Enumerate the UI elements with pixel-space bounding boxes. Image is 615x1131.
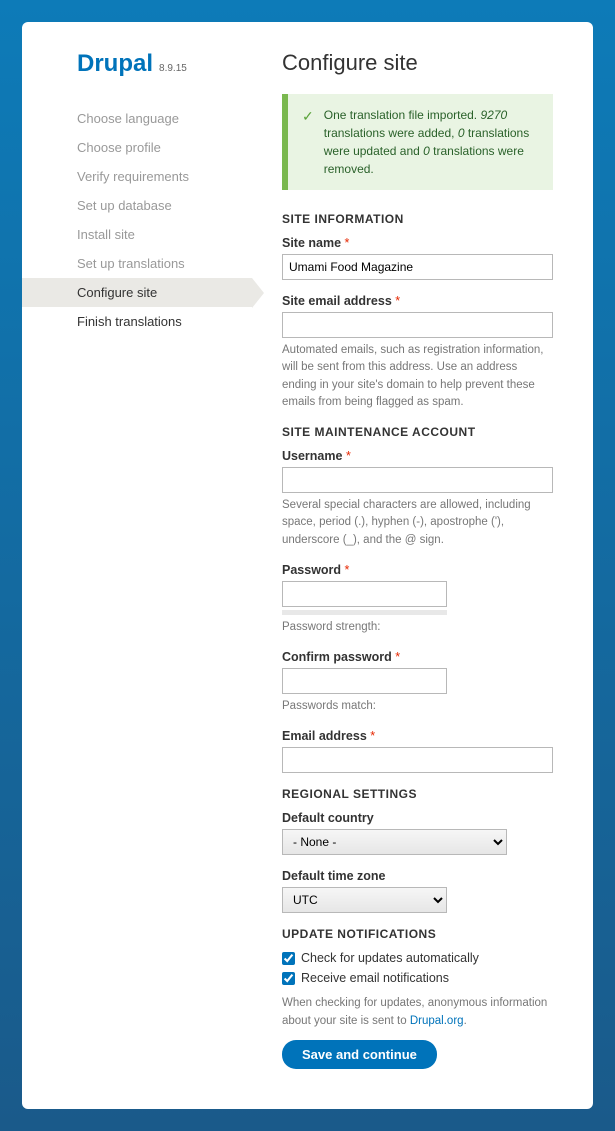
version: 8.9.15 (159, 63, 187, 74)
section-site-info: SITE INFORMATION (282, 212, 553, 226)
country-label: Default country (282, 811, 553, 825)
alert-text: One translation file imported. 9270 tran… (324, 106, 539, 178)
step-choose-profile: Choose profile (22, 133, 252, 162)
confirm-password-label: Confirm password * (282, 650, 553, 664)
drupal-org-link[interactable]: Drupal.org (410, 1015, 464, 1027)
check-icon: ✓ (302, 106, 314, 178)
install-sidebar: Drupal 8.9.15 Choose language Choose pro… (22, 50, 252, 1069)
timezone-select[interactable]: UTC (282, 887, 447, 913)
main-content: Configure site ✓ One translation file im… (252, 50, 553, 1069)
site-name-label: Site name * (282, 236, 553, 250)
username-help: Several special characters are allowed, … (282, 497, 553, 549)
site-email-input[interactable] (282, 312, 553, 338)
check-updates-checkbox[interactable] (282, 952, 295, 965)
section-regional: REGIONAL SETTINGS (282, 787, 553, 801)
step-install-site: Install site (22, 220, 252, 249)
section-update: UPDATE NOTIFICATIONS (282, 927, 553, 941)
email-input[interactable] (282, 747, 553, 773)
passwords-match-label: Passwords match: (282, 698, 553, 715)
site-name-input[interactable] (282, 254, 553, 280)
logo-row: Drupal 8.9.15 (22, 50, 252, 78)
check-updates-label[interactable]: Check for updates automatically (301, 951, 479, 965)
step-verify-requirements: Verify requirements (22, 162, 252, 191)
section-site-maintenance: SITE MAINTENANCE ACCOUNT (282, 425, 553, 439)
email-notify-label[interactable]: Receive email notifications (301, 971, 449, 985)
page-title: Configure site (282, 50, 553, 76)
save-continue-button[interactable]: Save and continue (282, 1040, 437, 1069)
step-setup-translations: Set up translations (22, 249, 252, 278)
site-email-label: Site email address * (282, 294, 553, 308)
step-choose-language: Choose language (22, 104, 252, 133)
password-label: Password * (282, 563, 553, 577)
install-steps: Choose language Choose profile Verify re… (22, 104, 252, 336)
username-label: Username * (282, 449, 553, 463)
email-label: Email address * (282, 729, 553, 743)
country-select[interactable]: - None - (282, 829, 507, 855)
step-finish-translations: Finish translations (22, 307, 252, 336)
translation-alert: ✓ One translation file imported. 9270 tr… (282, 94, 553, 190)
username-input[interactable] (282, 467, 553, 493)
step-configure-site: Configure site (22, 278, 252, 307)
site-email-help: Automated emails, such as registration i… (282, 342, 553, 411)
password-strength-bar (282, 610, 447, 615)
timezone-label: Default time zone (282, 869, 553, 883)
password-strength-label: Password strength: (282, 619, 553, 636)
update-help: When checking for updates, anonymous inf… (282, 995, 553, 1030)
email-notify-checkbox[interactable] (282, 972, 295, 985)
logo: Drupal (77, 50, 153, 78)
step-setup-database: Set up database (22, 191, 252, 220)
password-input[interactable] (282, 581, 447, 607)
confirm-password-input[interactable] (282, 668, 447, 694)
